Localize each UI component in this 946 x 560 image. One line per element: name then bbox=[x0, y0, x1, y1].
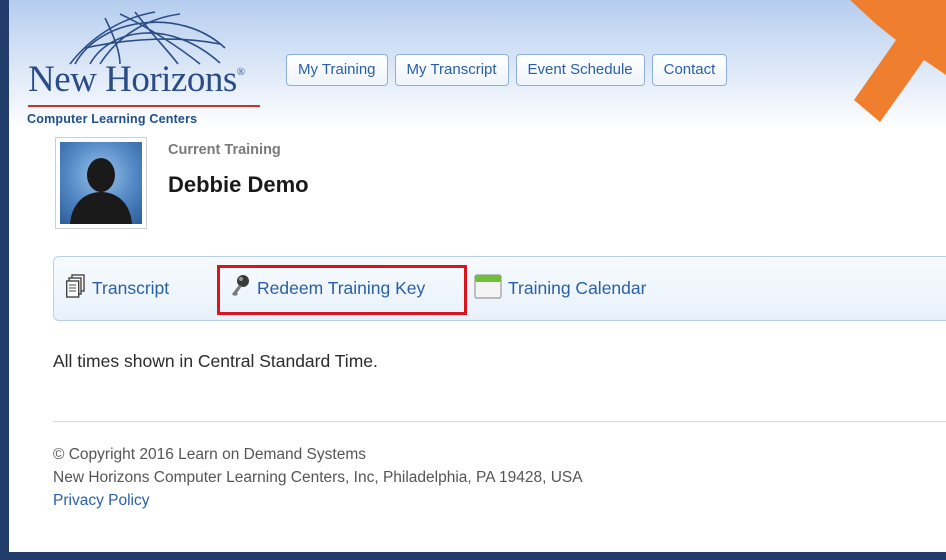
avatar-silhouette-icon bbox=[60, 142, 142, 224]
logo-subtitle: Computer Learning Centers bbox=[27, 112, 198, 126]
nav-contact-button[interactable]: Contact bbox=[651, 54, 728, 86]
nav-my-training-button[interactable]: My Training bbox=[286, 54, 388, 86]
transcript-link[interactable]: Transcript bbox=[65, 257, 170, 320]
highlight-box bbox=[217, 265, 467, 315]
logo-wordmark: New Horizons® bbox=[28, 59, 245, 100]
copyright-text: © Copyright 2016 Learn on Demand Systems bbox=[53, 446, 366, 463]
nav-my-transcript-button[interactable]: My Transcript bbox=[394, 54, 509, 86]
training-calendar-link[interactable]: Training Calendar bbox=[474, 257, 646, 320]
new-horizons-logo[interactable]: New Horizons® Computer Learning Centers bbox=[22, 8, 272, 128]
action-toolbar: Transcript Redeem Training Key Training … bbox=[53, 256, 946, 321]
company-address: New Horizons Computer Learning Centers, … bbox=[53, 469, 583, 486]
timezone-note: All times shown in Central Standard Time… bbox=[53, 351, 378, 371]
nav-event-schedule-button[interactable]: Event Schedule bbox=[515, 54, 645, 86]
current-training-label: Current Training bbox=[168, 142, 281, 158]
registered-mark: ® bbox=[236, 66, 245, 78]
avatar bbox=[55, 137, 147, 229]
document-stack-icon bbox=[65, 274, 86, 303]
privacy-policy-link[interactable]: Privacy Policy bbox=[53, 492, 149, 509]
footer-divider bbox=[53, 421, 946, 422]
transcript-label: Transcript bbox=[92, 278, 170, 298]
logo-underline bbox=[28, 105, 260, 107]
footer: © Copyright 2016 Learn on Demand Systems… bbox=[53, 443, 583, 512]
top-navigation: My Training My Transcript Event Schedule… bbox=[286, 54, 728, 86]
callout-arrow-icon bbox=[850, 0, 946, 122]
training-calendar-label: Training Calendar bbox=[508, 278, 647, 298]
user-name: Debbie Demo bbox=[168, 172, 309, 197]
calendar-icon bbox=[474, 273, 502, 304]
